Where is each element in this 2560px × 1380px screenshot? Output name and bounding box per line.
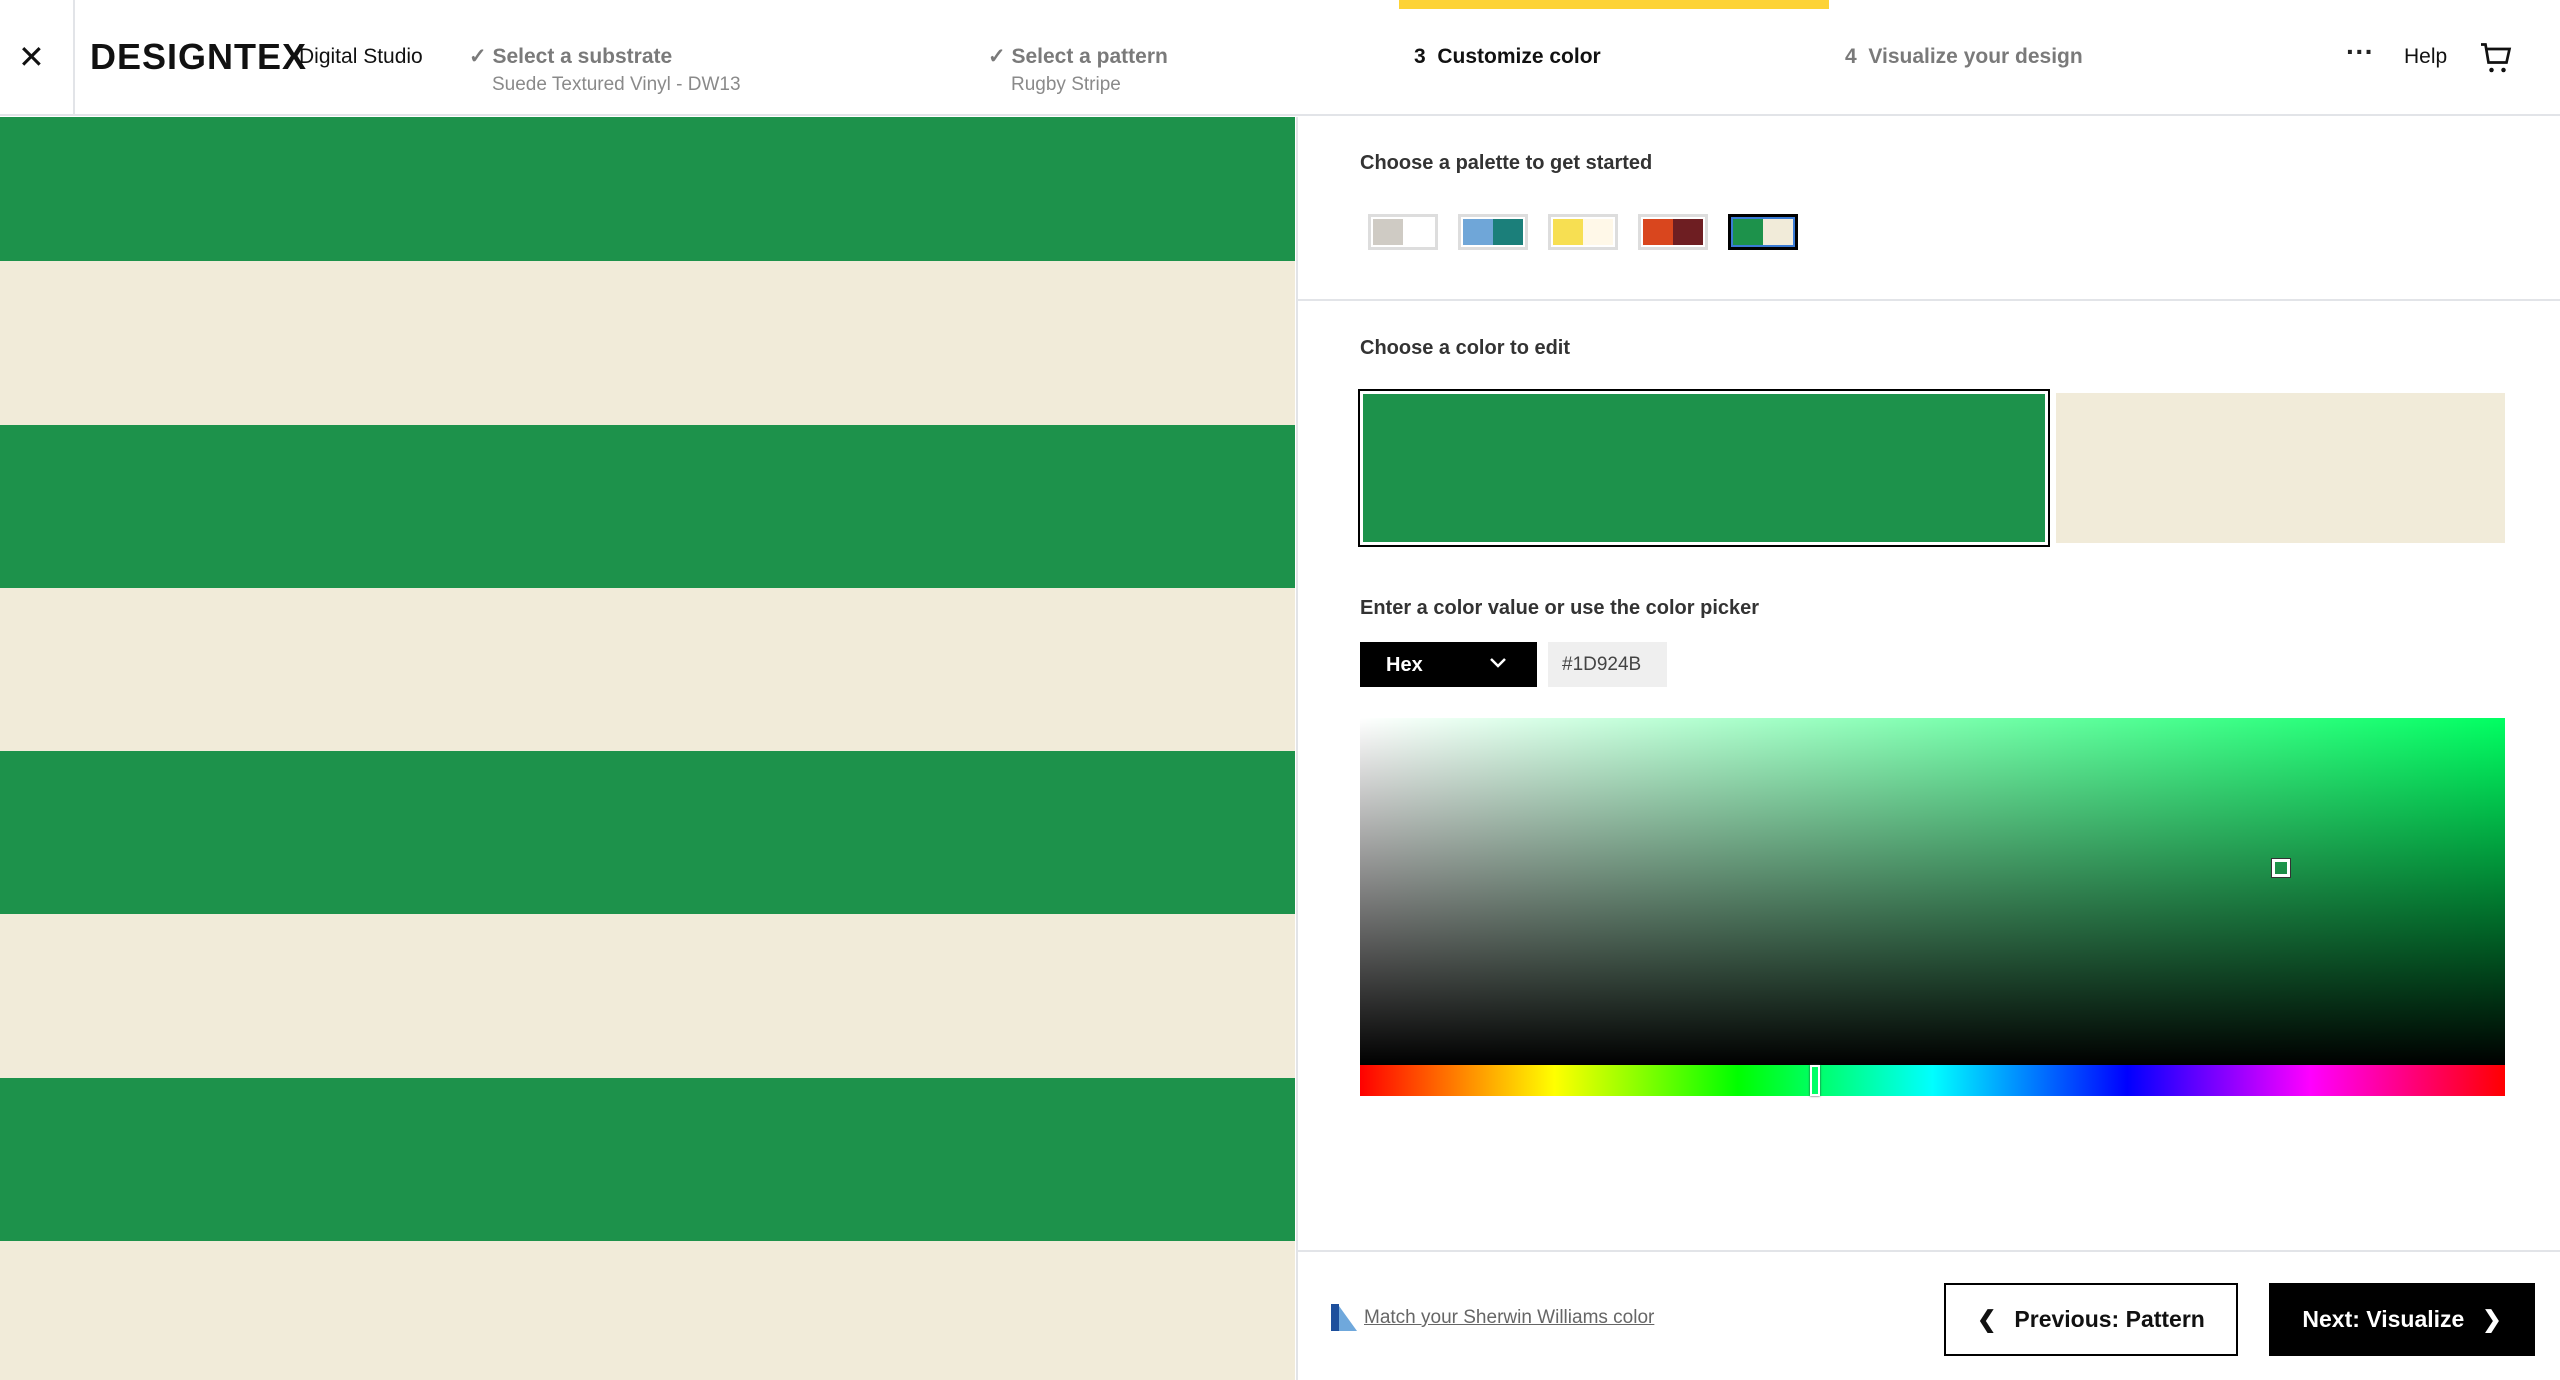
sherwin-williams-logo-icon bbox=[1331, 1304, 1357, 1331]
previous-pattern-button[interactable]: ❮ Previous: Pattern bbox=[1944, 1283, 2238, 1356]
saturation-value-area[interactable] bbox=[1360, 718, 2505, 1065]
palette-title: Choose a palette to get started bbox=[1360, 152, 1653, 174]
picker-title: Enter a color value or use the color pic… bbox=[1360, 597, 1760, 619]
chevron-right-icon: ❯ bbox=[2482, 1306, 2502, 1332]
stripe-green bbox=[0, 424, 1295, 588]
palette-color bbox=[1403, 219, 1433, 245]
stripe-cream bbox=[0, 1241, 1295, 1380]
palette-color bbox=[1373, 219, 1403, 245]
color-mode-select[interactable]: Hex bbox=[1360, 642, 1537, 687]
palette-option[interactable] bbox=[1458, 214, 1528, 250]
check-icon: ✓ bbox=[469, 45, 493, 68]
palette-color bbox=[1733, 219, 1763, 245]
close-icon[interactable]: ✕ bbox=[18, 38, 45, 76]
more-icon[interactable]: ··· bbox=[2346, 36, 2374, 68]
customize-panel: Choose a palette to get started Choose a… bbox=[1296, 117, 2560, 1380]
palette-option[interactable] bbox=[1638, 214, 1708, 250]
chevron-left-icon: ❮ bbox=[1977, 1306, 1997, 1332]
help-link[interactable]: Help bbox=[2404, 45, 2447, 69]
hue-thumb[interactable] bbox=[1809, 1065, 1820, 1096]
logo: DESIGNTEX bbox=[90, 36, 308, 77]
hex-input[interactable]: #1D924B bbox=[1548, 642, 1667, 687]
stripe-cream bbox=[0, 914, 1295, 1078]
stripe-green bbox=[0, 751, 1295, 915]
palette-color bbox=[1673, 219, 1703, 245]
palette-color bbox=[1463, 219, 1493, 245]
hue-slider[interactable] bbox=[1360, 1065, 2505, 1096]
palette-color bbox=[1643, 219, 1673, 245]
palette-color bbox=[1583, 219, 1613, 245]
chevron-down-icon bbox=[1490, 658, 1506, 668]
step-pattern-value: Rugby Stripe bbox=[1011, 74, 1121, 95]
stripe-green bbox=[0, 1077, 1295, 1242]
palette-option[interactable] bbox=[1368, 214, 1438, 250]
divider bbox=[73, 0, 75, 116]
stripe-green bbox=[0, 117, 1295, 262]
next-visualize-button[interactable]: Next: Visualize ❯ bbox=[2269, 1283, 2535, 1356]
divider bbox=[1298, 299, 2560, 301]
color-slot-1[interactable] bbox=[1358, 389, 2050, 547]
divider bbox=[1298, 1250, 2560, 1252]
sherwin-williams-link[interactable]: Match your Sherwin Williams color bbox=[1330, 1303, 1654, 1333]
step-customize-color[interactable]: 3 Customize color bbox=[1414, 45, 1601, 69]
palette-option[interactable] bbox=[1728, 214, 1798, 250]
step-substrate[interactable]: ✓ Select a substrate Suede Textured Viny… bbox=[469, 44, 741, 96]
picker-handle[interactable] bbox=[2271, 858, 2291, 878]
check-icon: ✓ bbox=[988, 45, 1012, 68]
step-pattern[interactable]: ✓ Select a pattern Rugby Stripe bbox=[988, 44, 1168, 96]
palette-option[interactable] bbox=[1548, 214, 1618, 250]
step-visualize[interactable]: 4 Visualize your design bbox=[1845, 45, 2083, 69]
top-bar: ✕ DESIGNTEX Digital Studio ✓ Select a su… bbox=[0, 0, 2560, 116]
stripe-cream bbox=[0, 587, 1295, 752]
product-name: Digital Studio bbox=[299, 45, 423, 68]
cart-icon[interactable] bbox=[2478, 40, 2514, 76]
color-slot-2[interactable] bbox=[2056, 393, 2505, 543]
edit-title: Choose a color to edit bbox=[1360, 337, 1571, 359]
stripe-cream bbox=[0, 261, 1295, 425]
palette-color bbox=[1553, 219, 1583, 245]
active-step-indicator bbox=[1399, 0, 1829, 9]
pattern-preview bbox=[0, 117, 1295, 1380]
step-substrate-value: Suede Textured Vinyl - DW13 bbox=[492, 74, 741, 95]
palette-color bbox=[1493, 219, 1523, 245]
palette-color bbox=[1763, 219, 1793, 245]
